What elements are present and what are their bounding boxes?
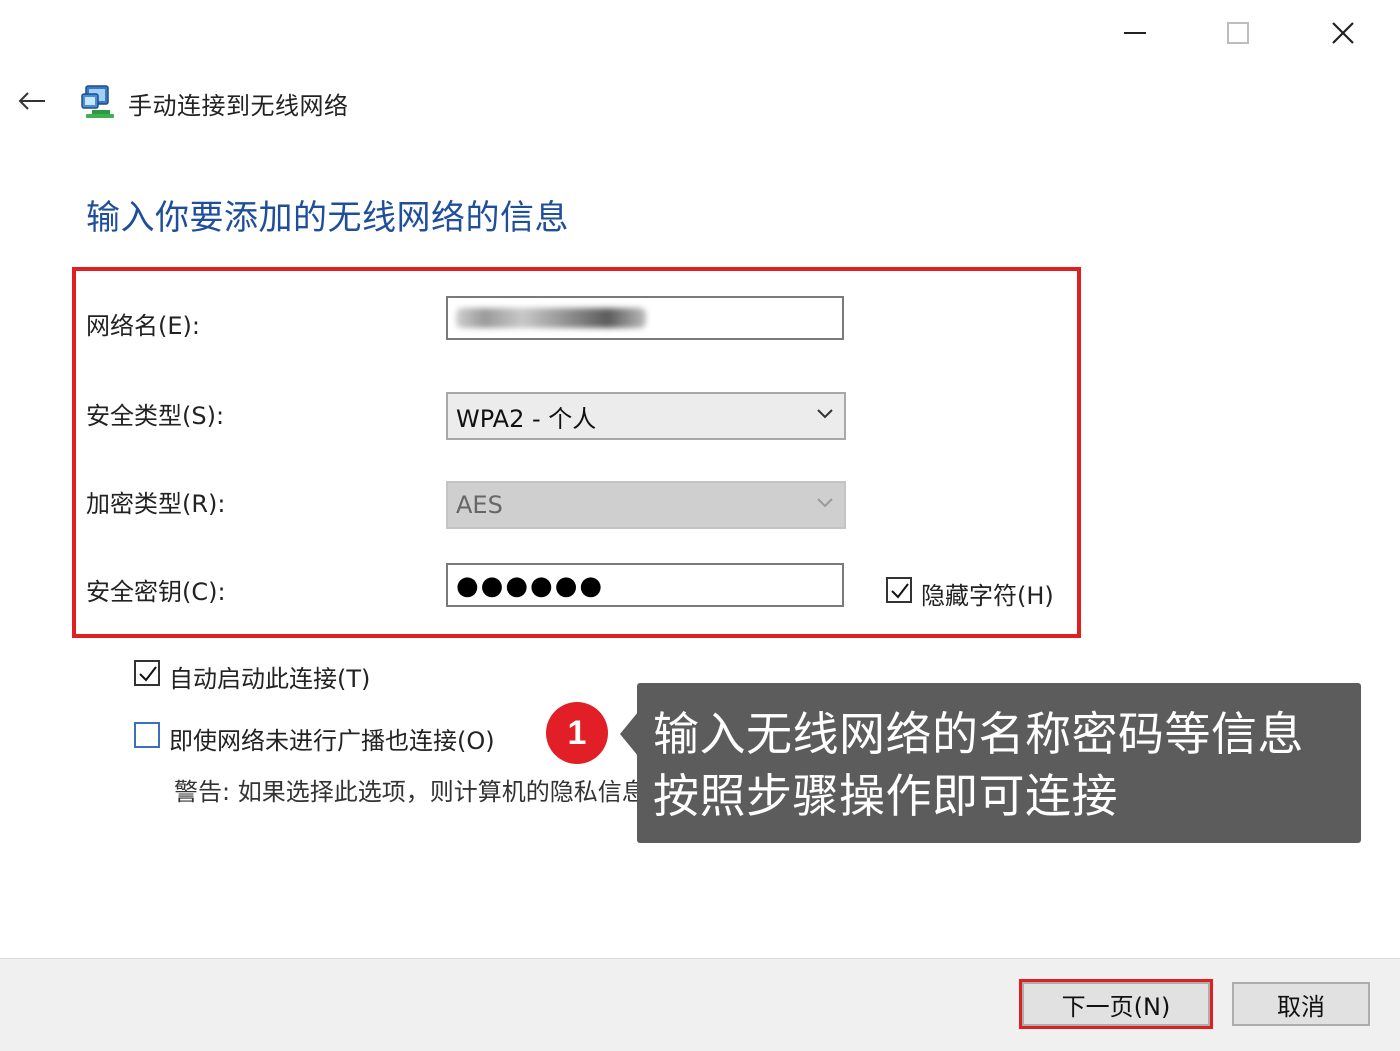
hide-chars-checkbox[interactable]: [886, 577, 912, 603]
tooltip-line-1: 输入无线网络的名称密码等信息: [653, 707, 1304, 761]
security-type-select[interactable]: WPA2 - 个人: [446, 392, 846, 440]
page-heading: 输入你要添加的无线网络的信息: [86, 198, 569, 238]
chevron-down-icon: [817, 498, 833, 508]
tooltip-pointer: [620, 712, 638, 756]
security-key-value: ●●●●●●: [456, 571, 605, 601]
checkmark-icon: [139, 666, 157, 682]
window-title: 手动连接到无线网络: [128, 92, 349, 120]
redacted-network-name: [456, 308, 646, 328]
network-computer-icon: [80, 82, 116, 120]
maximize-button[interactable]: [1215, 12, 1261, 54]
cancel-button[interactable]: 取消: [1232, 982, 1370, 1026]
next-button-highlight: [1019, 979, 1213, 1029]
minimize-button[interactable]: [1112, 12, 1158, 54]
tooltip-line-2: 按照步骤操作即可连接: [653, 769, 1118, 823]
close-button[interactable]: [1320, 12, 1366, 54]
back-arrow-icon: [18, 92, 45, 110]
encryption-type-value: AES: [456, 491, 503, 519]
back-button[interactable]: [14, 86, 50, 116]
connect-hidden-label: 即使网络未进行广播也连接(O): [169, 727, 495, 755]
step-badge: 1: [546, 702, 608, 764]
encryption-type-label: 加密类型(R):: [86, 490, 226, 518]
network-name-label: 网络名(E):: [86, 312, 200, 340]
close-icon: [1332, 22, 1354, 44]
auto-connect-label: 自动启动此连接(T): [169, 665, 371, 693]
security-type-label: 安全类型(S):: [86, 402, 225, 430]
auto-connect-checkbox[interactable]: [134, 660, 160, 686]
instruction-tooltip: 输入无线网络的名称密码等信息 按照步骤操作即可连接: [637, 683, 1361, 843]
checkmark-icon: [891, 583, 909, 599]
maximize-icon: [1227, 22, 1249, 44]
encryption-type-select: AES: [446, 481, 846, 529]
chevron-down-icon: [817, 409, 833, 419]
security-key-input[interactable]: ●●●●●●: [446, 563, 844, 607]
security-key-label: 安全密钥(C):: [86, 578, 226, 606]
hide-chars-label: 隐藏字符(H): [921, 582, 1054, 610]
network-name-input[interactable]: [446, 296, 844, 340]
security-type-value: WPA2 - 个人: [456, 404, 597, 433]
connect-hidden-checkbox[interactable]: [134, 722, 160, 748]
minimize-icon: [1124, 32, 1146, 34]
